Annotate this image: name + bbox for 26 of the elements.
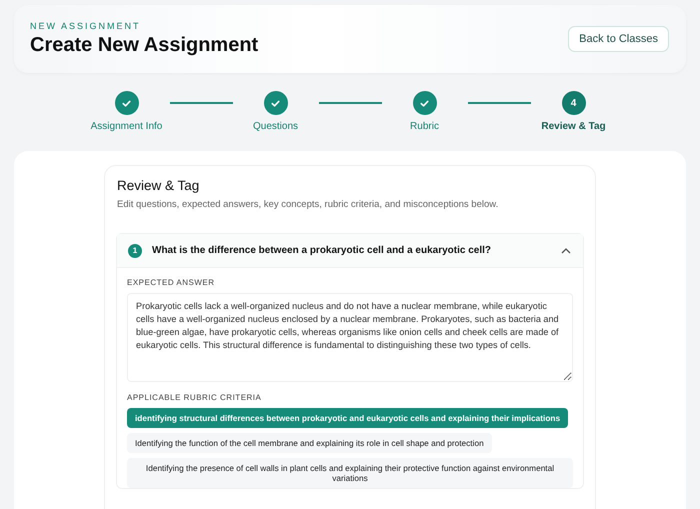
step-connector (170, 102, 232, 104)
check-icon[interactable] (412, 91, 436, 115)
step-label[interactable]: Assignment Info (90, 121, 162, 132)
check-icon[interactable] (264, 91, 288, 115)
criterion-chip[interactable]: identifying structural differences between prokaryotic and eukaryotic cells and explaining their implications (127, 408, 568, 428)
step-connector (468, 102, 530, 104)
field-label: EXPECTED ANSWER (127, 278, 216, 287)
question-number: 1 (128, 244, 142, 258)
answer-field[interactable]: Prokaryotic cells lack a well-organized nucleus and do not have a nuclear membrane, while eukaryotic cells have a well-organized nucleus enclosed by a nuclear membrane. Prokaryotes, such as bacteria and blue-green algae, have prokaryotic cells, whereas organisms like onion cells and cheek cells are made of eukaryotic cells. This structural difference is fundamental to distinguishing these two types of cells. (127, 293, 573, 382)
section-subtitle: Edit questions, expected answers, key concepts, rubric criteria, and misconceptions below. (117, 199, 500, 210)
check-icon[interactable] (114, 91, 138, 115)
step-number[interactable]: 4 (562, 91, 586, 115)
page-title: Create New Assignment (30, 34, 258, 57)
section-title: Review & Tag (117, 178, 200, 193)
question-header[interactable]: 1 What is the difference between a prokaryotic cell and a eukaryotic cell? (117, 234, 583, 268)
step-connector (318, 102, 382, 104)
criterion-chip[interactable]: Identifying the presence of cell walls in plant cells and explaining their protective function against environmental variations (127, 458, 573, 488)
back-button[interactable]: Back to Classes (568, 26, 669, 52)
criterion-chip[interactable]: Identifying the function of the cell membrane and explaining its role in cell shape and protection (127, 433, 492, 453)
eyebrow-label: NEW ASSIGNMENT (30, 21, 142, 31)
step-label[interactable]: Questions (252, 121, 298, 132)
step-label[interactable]: Review & Tag (541, 121, 606, 132)
step-label[interactable]: Rubric (410, 121, 439, 132)
question-text: What is the difference between a prokaryotic cell and a eukaryotic cell? (152, 245, 492, 256)
field-label: APPLICABLE RUBRIC CRITERIA (127, 393, 262, 402)
chevron-up-icon[interactable] (561, 248, 571, 254)
